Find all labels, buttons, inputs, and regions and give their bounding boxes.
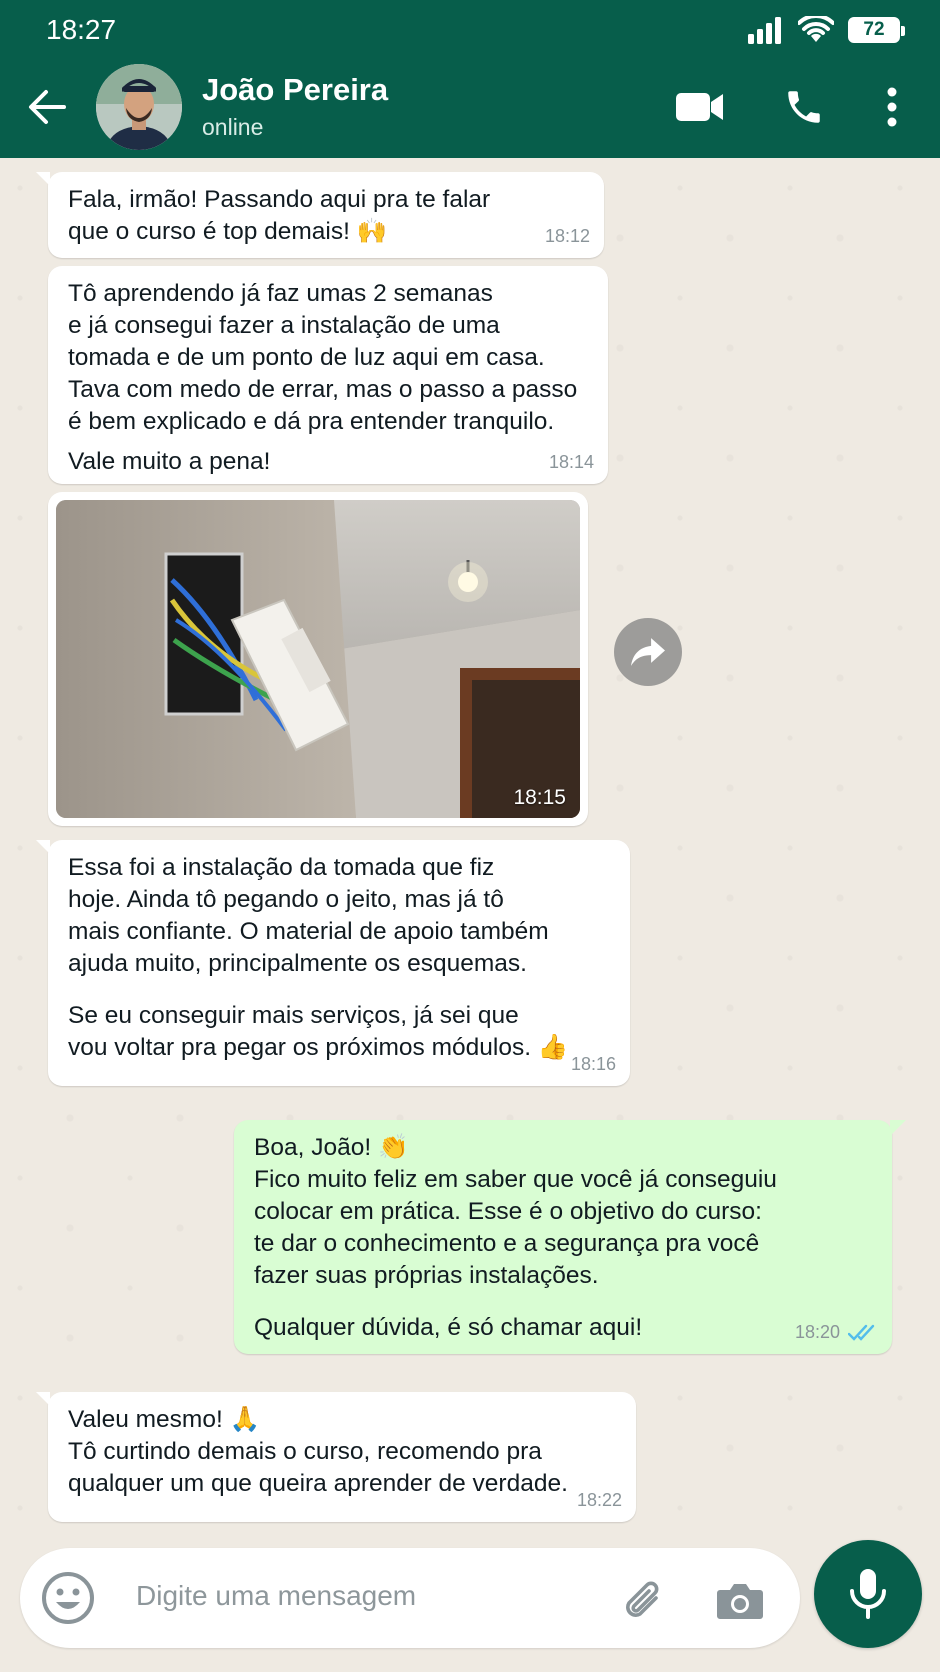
- signal-icon: [748, 17, 781, 44]
- camera-icon: [717, 1584, 763, 1619]
- message-text: Fala, irmão! Passando aqui pra te falar: [68, 186, 491, 213]
- emoji-button[interactable]: [40, 1570, 96, 1626]
- avatar[interactable]: [96, 64, 182, 150]
- message-input[interactable]: Digite uma mensagem: [136, 1580, 416, 1612]
- message-text: te dar o conhecimento e a segurança pra …: [254, 1230, 760, 1257]
- photo-image: [56, 500, 580, 818]
- message-text: ajuda muito, principalmente os esquemas.: [68, 950, 527, 977]
- status-bar: 18:27 72: [0, 0, 940, 60]
- message-time-text: 18:20: [794, 1322, 840, 1342]
- image-message[interactable]: 18:15: [48, 492, 588, 826]
- message-text: e já consegui fazer a instalação de uma: [68, 312, 500, 339]
- message-incoming[interactable]: Valeu mesmo! 🙏 Tô curtindo demais o curs…: [36, 1392, 636, 1522]
- message-text: Tô curtindo demais o curso, recomendo pr…: [68, 1438, 542, 1465]
- message-text: Tava com medo de errar, mas o passo a pa…: [68, 376, 578, 403]
- back-button[interactable]: [26, 86, 68, 128]
- message-text: Qualquer dúvida, é só chamar aqui!: [254, 1314, 643, 1341]
- message-text: Se eu conseguir mais serviços, já sei qu…: [68, 1002, 519, 1029]
- message-time: 18:14: [548, 452, 594, 472]
- video-call-button[interactable]: [674, 84, 726, 130]
- voice-call-button[interactable]: [778, 84, 830, 130]
- video-call-icon: [676, 93, 723, 121]
- message-text: tomada e de um ponto de luz aqui em casa…: [68, 344, 545, 371]
- message-outgoing[interactable]: Boa, João! 👏 Fico muito feliz em saber q…: [234, 1120, 906, 1354]
- message-time: 18:20: [795, 1316, 878, 1348]
- mic-icon: [850, 1569, 886, 1619]
- emoji-icon: [42, 1572, 94, 1624]
- message-text: qualquer um que queira aprender de verda…: [68, 1470, 568, 1497]
- phone-icon: [788, 91, 820, 123]
- photo-time: 18:15: [513, 786, 566, 809]
- message-time: 18:22: [576, 1490, 622, 1510]
- message-text: que o curso é top demais! 🙌: [68, 218, 388, 245]
- chat-header: 18:27 72 João Pereira online: [0, 0, 940, 158]
- more-options-button[interactable]: [866, 84, 918, 130]
- avatar-image: [96, 64, 182, 150]
- camera-button[interactable]: [714, 1574, 766, 1626]
- attach-button[interactable]: [618, 1574, 670, 1626]
- message-incoming[interactable]: Tô aprendendo já faz umas 2 semanas e já…: [48, 266, 608, 484]
- message-text: Vale muito a pena!: [68, 448, 271, 475]
- back-arrow-icon: [29, 90, 66, 124]
- message-incoming[interactable]: Essa foi a instalação da tomada que fiz …: [36, 840, 630, 1086]
- attach-icon: [626, 1581, 659, 1617]
- chat-area[interactable]: Fala, irmão! Passando aqui pra te falar …: [0, 158, 940, 1538]
- message-text: é bem explicado e dá pra entender tranqu…: [68, 408, 555, 435]
- message-time: 18:12: [544, 226, 590, 246]
- contact-status: online: [202, 114, 264, 140]
- battery-level: 72: [863, 19, 885, 40]
- message-text: Fico muito feliz em saber que você já co…: [254, 1166, 777, 1193]
- message-incoming[interactable]: Fala, irmão! Passando aqui pra te falar …: [36, 172, 604, 258]
- contact-name[interactable]: João Pereira: [202, 72, 388, 108]
- message-text: Valeu mesmo! 🙏: [68, 1406, 261, 1433]
- double-check-icon: [848, 1325, 875, 1341]
- status-icons: 72: [746, 16, 905, 44]
- message-text: fazer suas próprias instalações.: [254, 1262, 599, 1289]
- status-time: 18:27: [46, 14, 117, 45]
- message-input-bar: Digite uma mensagem: [20, 1548, 800, 1648]
- message-text: colocar em prática. Esse é o objetivo do…: [254, 1198, 762, 1225]
- message-text: hoje. Ainda tô pegando o jeito, mas já t…: [68, 886, 504, 913]
- forward-button[interactable]: [614, 618, 682, 686]
- battery-indicator: 72: [848, 17, 905, 43]
- message-text: Tô aprendendo já faz umas 2 semanas: [68, 280, 493, 307]
- mic-button[interactable]: [814, 1540, 922, 1648]
- message-text: Essa foi a instalação da tomada que fiz: [68, 854, 495, 881]
- wifi-icon: [798, 16, 834, 42]
- message-text: mais confiante. O material de apoio tamb…: [68, 918, 549, 945]
- message-text: Boa, João! 👏: [254, 1134, 409, 1161]
- forward-icon: [631, 638, 665, 666]
- message-time: 18:16: [570, 1054, 616, 1074]
- more-options-icon: [887, 87, 897, 127]
- message-text: vou voltar pra pegar os próximos módulos…: [68, 1034, 569, 1061]
- message-photo[interactable]: 18:15: [56, 500, 580, 818]
